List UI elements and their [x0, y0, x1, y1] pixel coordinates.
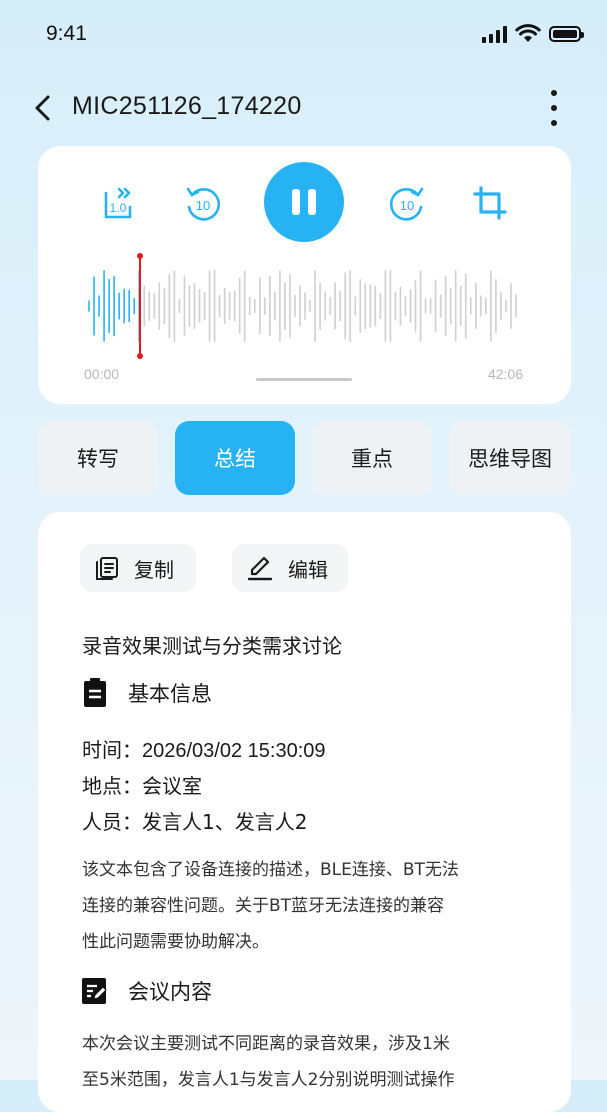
notes-edit-icon — [82, 976, 108, 1006]
summary-title: 录音效果测试与分类需求讨论 — [82, 634, 342, 658]
meeting-line: 本次会议主要测试不同距离的录音效果，涉及1米 — [82, 1034, 450, 1054]
basic-info-heading: 基本信息 — [82, 678, 212, 708]
playback-speed-icon: 1.0 — [104, 187, 132, 219]
summary-card: 复制 编辑 录音效果测试与分类需求讨论 基本信息 时间：2026/03/02 1… — [38, 512, 571, 1112]
people-value: 发言人1、发言人2 — [142, 810, 308, 834]
more-options-icon[interactable] — [547, 90, 561, 126]
page-title: MIC251126_174220 — [72, 92, 302, 120]
people-label: 人员： — [82, 810, 142, 834]
info-place: 地点：会议室 — [82, 770, 202, 799]
copy-label: 复制 — [134, 557, 174, 582]
meeting-line: 至5米范围，发言人1与发言人2分别说明测试操作 — [82, 1070, 455, 1090]
description-line: 该文本包含了设备连接的描述，BLE连接、BT无法 — [82, 860, 459, 880]
playhead-knob[interactable] — [137, 253, 143, 259]
header: MIC251126_174220 — [0, 80, 607, 136]
edit-pencil-icon — [247, 556, 273, 581]
cellular-signal-icon — [482, 25, 507, 43]
status-bar: 9:41 — [0, 0, 607, 70]
bottom-scrub-handle[interactable] — [256, 378, 352, 381]
time-value: 2026/03/02 15:30:09 — [142, 740, 326, 762]
time-label: 时间： — [82, 738, 142, 762]
copy-button[interactable]: 复制 — [80, 544, 196, 592]
speed-label: 1.0 — [110, 201, 127, 215]
pause-icon — [292, 189, 300, 215]
meeting-content-heading: 会议内容 — [82, 976, 212, 1006]
tab-transcribe[interactable]: 转写 — [38, 421, 158, 495]
tab-summary[interactable]: 总结 — [175, 421, 295, 495]
time-end: 42:06 — [487, 366, 523, 382]
tab-mind-map[interactable]: 思维导图 — [449, 421, 571, 495]
description-line: 连接的兼容性问题。关于BT蓝牙无法连接的兼容 — [82, 896, 445, 916]
playback-speed-button[interactable]: 1.0 — [100, 174, 138, 232]
basic-info-title: 基本信息 — [128, 682, 212, 706]
pause-button[interactable] — [264, 162, 344, 242]
place-value: 会议室 — [142, 774, 202, 798]
forward-10-button[interactable]: 10 — [388, 174, 428, 232]
audio-waveform[interactable] — [88, 252, 520, 360]
status-time: 9:41 — [46, 22, 87, 45]
battery-icon — [549, 25, 584, 42]
status-icons — [482, 24, 584, 43]
meeting-paragraph: 本次会议主要测试不同距离的录音效果，涉及1米 至5米范围，发言人1与发言人2分别… — [82, 1026, 532, 1098]
place-label: 地点： — [82, 774, 142, 798]
forward-10-icon: 10 — [389, 187, 424, 221]
playhead-knob[interactable] — [137, 353, 143, 359]
clipboard-icon — [82, 678, 108, 708]
rewind-10-button[interactable]: 10 — [182, 174, 222, 232]
back-arrow-icon[interactable] — [30, 92, 58, 124]
edit-button[interactable]: 编辑 — [232, 544, 348, 592]
description-paragraph: 该文本包含了设备连接的描述，BLE连接、BT无法 连接的兼容性问题。关于BT蓝牙… — [82, 852, 532, 960]
info-time: 时间：2026/03/02 15:30:09 — [82, 734, 326, 763]
wifi-icon — [515, 24, 541, 42]
audio-player-card: 1.0 10 10 00:00 42:06 — [38, 146, 571, 404]
crop-button[interactable] — [470, 174, 510, 232]
description-line: 性此问题需要协助解决。 — [82, 932, 269, 952]
tab-key-points[interactable]: 重点 — [312, 421, 432, 495]
meeting-content-title: 会议内容 — [128, 980, 212, 1004]
forward-label: 10 — [400, 198, 414, 213]
info-people: 人员：发言人1、发言人2 — [82, 806, 307, 835]
rewind-label: 10 — [196, 198, 210, 213]
crop-icon — [473, 186, 507, 220]
tab-bar: 转写 总结 重点 思维导图 — [38, 421, 571, 495]
time-start: 00:00 — [84, 366, 120, 382]
edit-label: 编辑 — [288, 557, 328, 582]
copy-icon — [96, 557, 118, 580]
rewind-10-icon: 10 — [186, 187, 221, 221]
